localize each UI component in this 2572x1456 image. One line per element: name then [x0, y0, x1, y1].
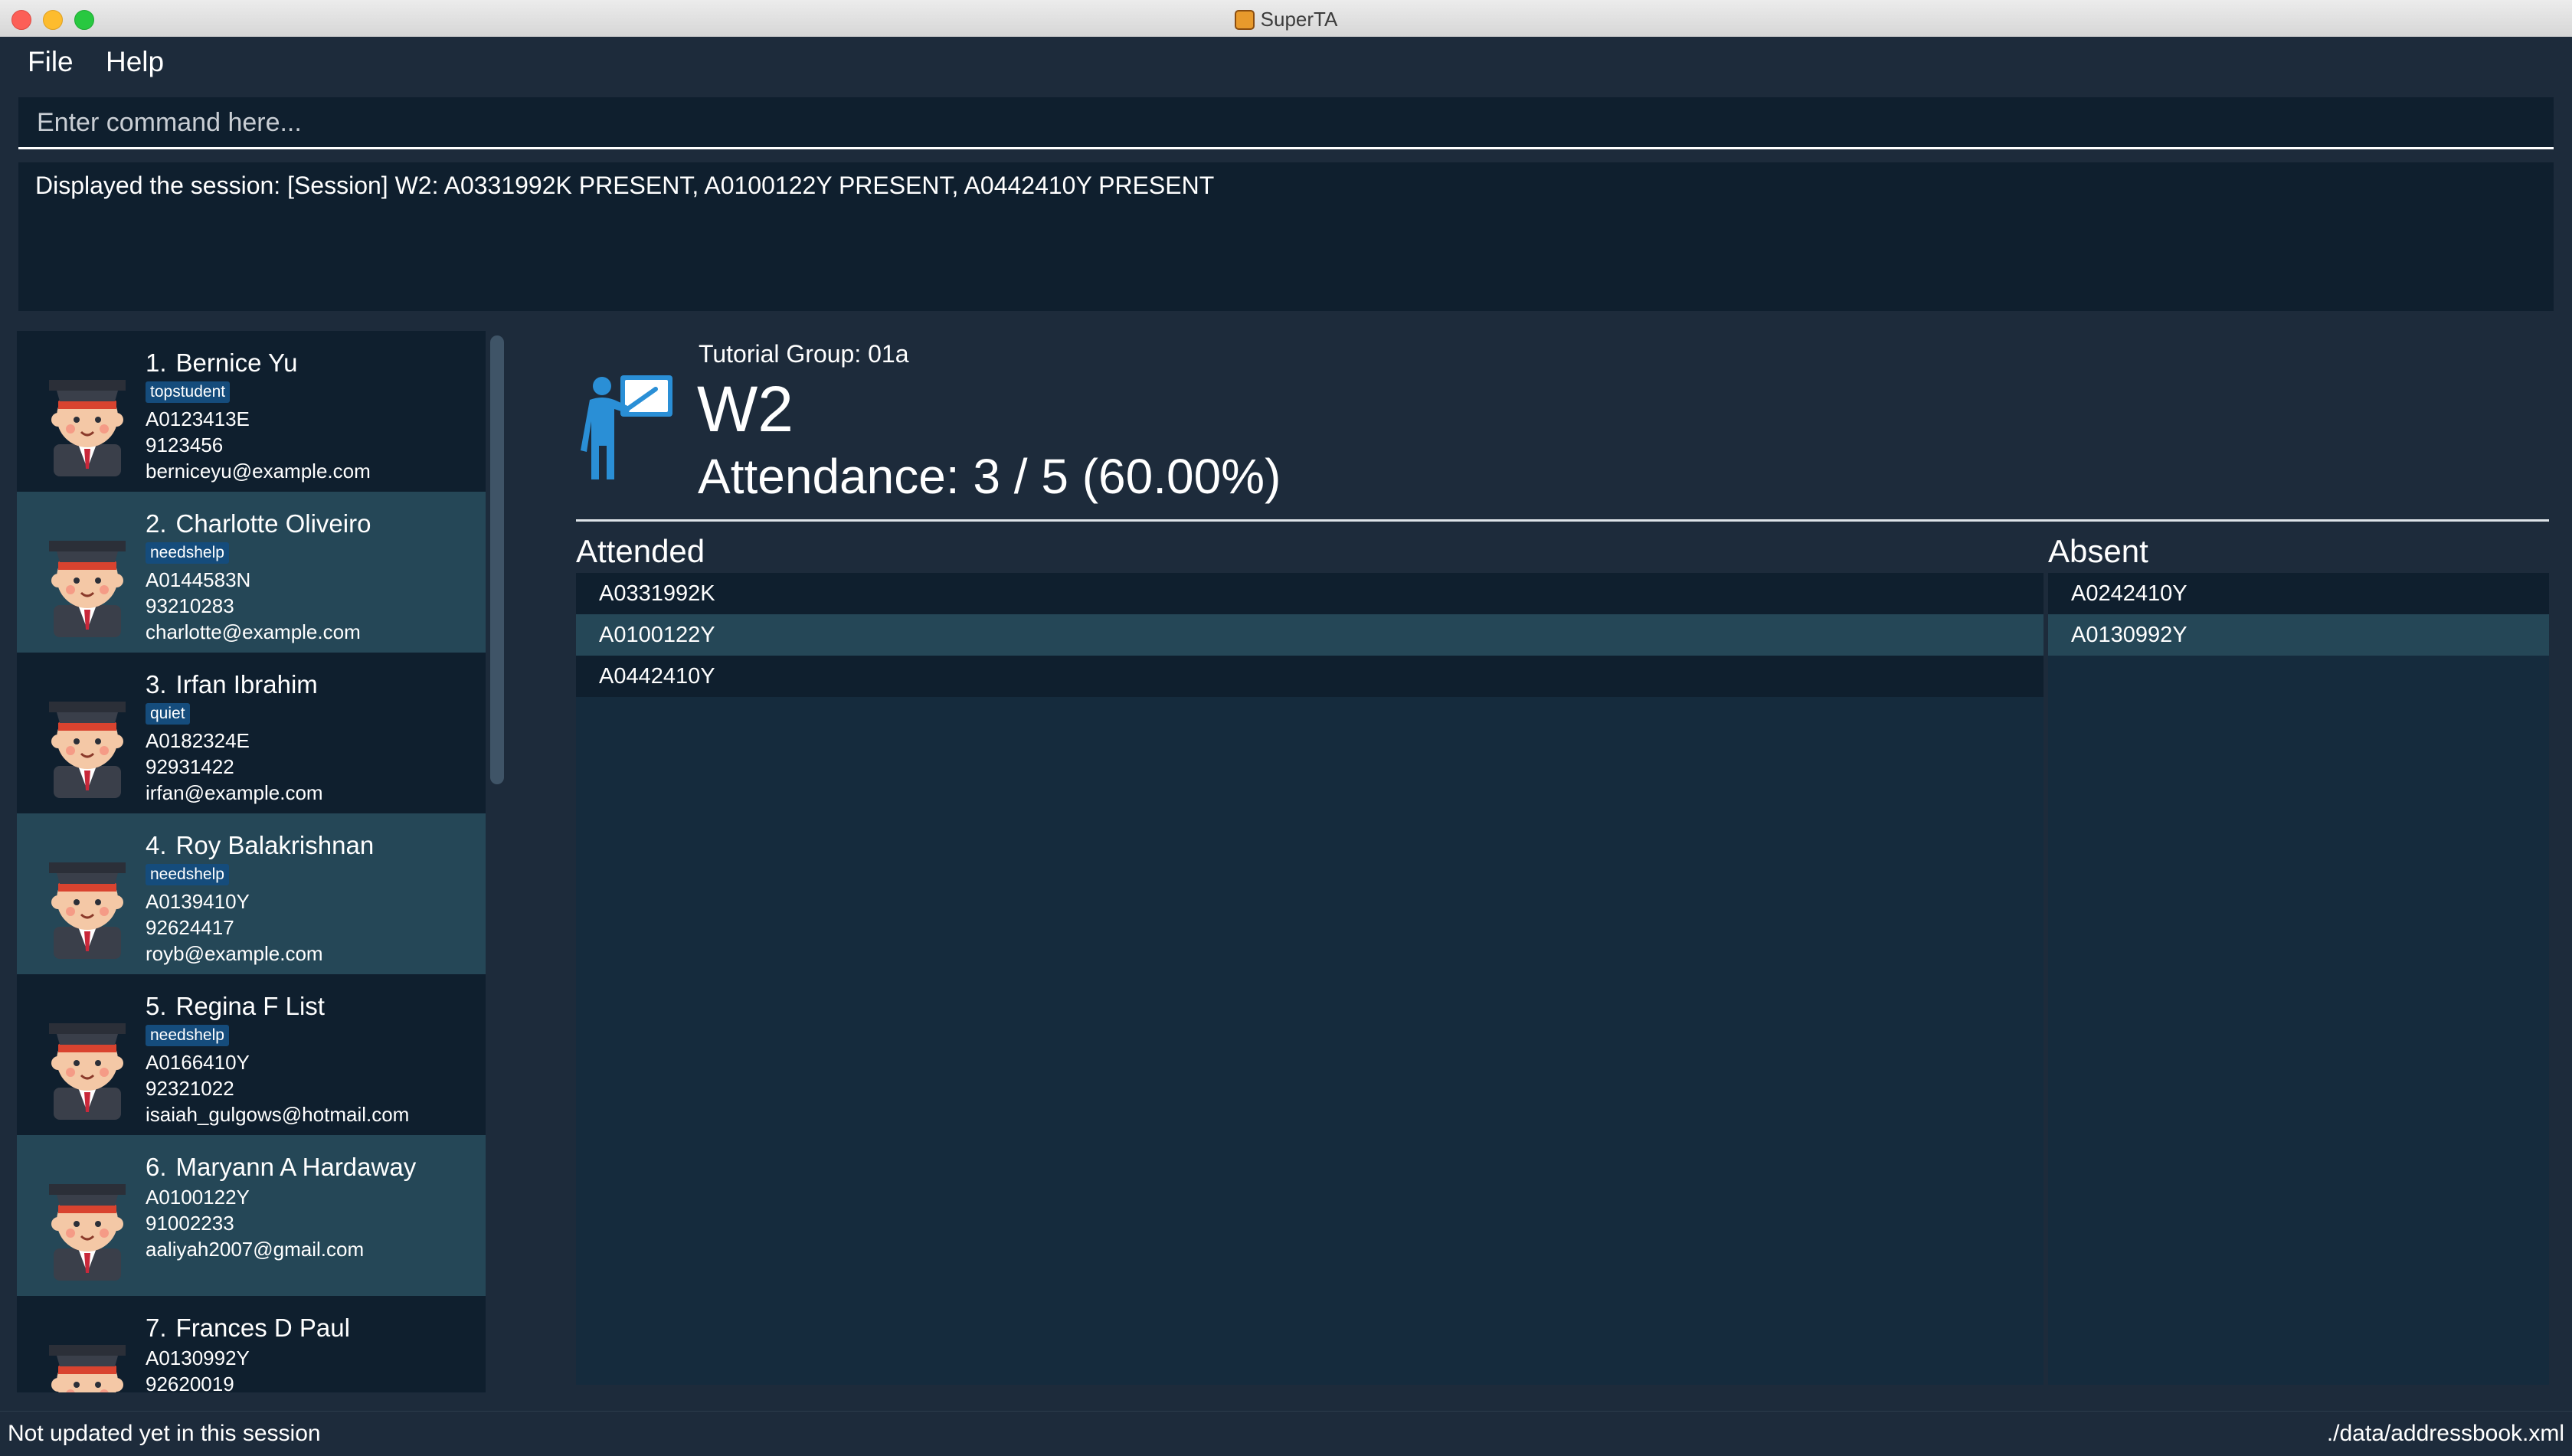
attended-student-row[interactable]: A0442410Y [576, 656, 2044, 697]
student-list[interactable]: 1. Bernice Yu topstudent A0123413E 9123456 be… [17, 331, 486, 1392]
student-avatar-icon [26, 997, 149, 1120]
absent-student-row[interactable]: A0130992Y [2048, 614, 2549, 656]
student-id: A0182324E [146, 729, 250, 752]
session-detail-pane: Tutorial Group: 01a W2 Attendance: 3 / 5… [536, 331, 2572, 1392]
student-phone: 92620019 [146, 1373, 234, 1392]
student-email: royb@example.com [146, 942, 323, 965]
student-avatar-icon [26, 354, 149, 476]
student-name: 1. Bernice Yu [146, 346, 371, 380]
command-input[interactable]: Enter command here... [18, 97, 2554, 149]
student-name-text: Maryann A Hardaway [175, 1153, 417, 1181]
student-index: 4. [146, 831, 167, 859]
result-text: Displayed the session: [Session] W2: A03… [35, 172, 1215, 199]
window-title: SuperTA [0, 0, 2572, 37]
student-name-text: Frances D Paul [175, 1314, 350, 1342]
absent-heading: Absent [2048, 533, 2148, 569]
student-email: charlotte@example.com [146, 620, 361, 643]
attended-student-row[interactable]: A0331992K [576, 573, 2044, 614]
attended-student-row[interactable]: A0100122Y [576, 614, 2044, 656]
student-avatar-icon [26, 1319, 149, 1392]
absent-list[interactable]: A0242410Y A0130992Y [2048, 573, 2549, 1385]
window-title-text: SuperTA [1260, 8, 1338, 31]
student-name: 2. Charlotte Oliveiro [146, 507, 371, 541]
student-tag: needshelp [146, 1025, 229, 1046]
student-email: isaiah_gulgows@hotmail.com [146, 1103, 410, 1126]
student-index: 1. [146, 348, 167, 377]
app-icon [1234, 10, 1255, 30]
student-name: 3. Irfan Ibrahim [146, 668, 323, 702]
student-id: A0139410Y [146, 890, 250, 913]
menu-help[interactable]: Help [106, 44, 164, 80]
teacher-icon [581, 375, 672, 479]
student-card[interactable]: 2. Charlotte Oliveiro needshelp A0144583N 93… [17, 492, 486, 653]
student-email: aaliyah2007@gmail.com [146, 1238, 365, 1261]
menu-file[interactable]: File [28, 44, 74, 80]
student-index: 6. [146, 1153, 167, 1181]
save-location: ./data/addressbook.xml [2326, 1421, 2564, 1446]
student-avatar-icon [26, 676, 149, 798]
student-name-text: Roy Balakrishnan [175, 831, 375, 859]
student-tag: quiet [146, 703, 190, 725]
student-index: 7. [146, 1314, 167, 1342]
student-id: A0144583N [146, 568, 251, 591]
student-index: 2. [146, 509, 167, 538]
student-name-text: Regina F List [175, 992, 325, 1020]
student-name-text: Irfan Ibrahim [175, 670, 318, 699]
student-id: A0123413E [146, 407, 250, 430]
student-id: A0100122Y [146, 1186, 250, 1209]
student-phone: 92931422 [146, 755, 234, 778]
student-name: 7. Frances D Paul [146, 1311, 350, 1345]
student-card[interactable]: 5. Regina F List needshelp A0166410Y 9232102… [17, 974, 486, 1135]
student-name: 5. Regina F List [146, 990, 409, 1023]
student-tag: needshelp [146, 542, 229, 564]
student-card[interactable]: 1. Bernice Yu topstudent A0123413E 9123456 be… [17, 331, 486, 492]
student-name-text: Charlotte Oliveiro [175, 509, 371, 538]
absent-student-row[interactable]: A0242410Y [2048, 573, 2549, 614]
student-card-details: 7. Frances D Paul A0130992Y 92620019 [146, 1311, 350, 1392]
student-card[interactable]: 7. Frances D Paul A0130992Y 92620019 [17, 1296, 486, 1392]
student-card-details: 4. Roy Balakrishnan needshelp A0139410Y 9262… [146, 829, 374, 967]
session-name: W2 [697, 373, 794, 445]
student-card-details: 3. Irfan Ibrahim quiet A0182324E 92931422 irf… [146, 668, 323, 806]
student-list-scrollbar[interactable] [490, 335, 504, 784]
student-phone: 9123456 [146, 434, 224, 456]
student-avatar-icon [26, 1158, 149, 1281]
student-phone: 93210283 [146, 594, 234, 617]
student-card-details: 5. Regina F List needshelp A0166410Y 9232102… [146, 990, 409, 1127]
student-card-details: 2. Charlotte Oliveiro needshelp A0144583N 93… [146, 507, 371, 645]
student-card[interactable]: 3. Irfan Ibrahim quiet A0182324E 92931422 irf… [17, 653, 486, 813]
result-display: Displayed the session: [Session] W2: A03… [18, 162, 2554, 311]
attended-heading: Attended [576, 533, 705, 569]
student-index: 3. [146, 670, 167, 699]
student-index: 5. [146, 992, 167, 1020]
window-titlebar: SuperTA [0, 0, 2572, 38]
student-name: 4. Roy Balakrishnan [146, 829, 374, 862]
status-bar: Not updated yet in this session ./data/a… [0, 1411, 2572, 1454]
student-phone: 92624417 [146, 916, 234, 939]
student-card-details: 1. Bernice Yu topstudent A0123413E 9123456 be… [146, 346, 371, 484]
student-avatar-icon [26, 515, 149, 637]
student-tag: topstudent [146, 381, 231, 403]
menu-bar: File Help [0, 37, 2572, 87]
student-card-details: 6. Maryann A Hardaway A0100122Y 91002233 aal… [146, 1150, 416, 1262]
sync-status: Not updated yet in this session [8, 1421, 321, 1446]
student-card[interactable]: 6. Maryann A Hardaway A0100122Y 91002233 aal… [17, 1135, 486, 1296]
attendance-summary: Attendance: 3 / 5 (60.00%) [698, 449, 1281, 504]
student-tag: needshelp [146, 864, 229, 885]
student-card[interactable]: 4. Roy Balakrishnan needshelp A0139410Y 9262… [17, 813, 486, 974]
student-id: A0130992Y [146, 1346, 250, 1369]
student-id: A0166410Y [146, 1051, 250, 1074]
student-phone: 92321022 [146, 1077, 234, 1100]
student-name-text: Bernice Yu [175, 348, 298, 377]
student-email: irfan@example.com [146, 781, 323, 804]
header-divider [576, 519, 2549, 522]
attended-list[interactable]: A0331992K A0100122Y A0442410Y [576, 573, 2044, 1385]
student-phone: 91002233 [146, 1212, 234, 1235]
student-email: berniceyu@example.com [146, 460, 371, 483]
student-avatar-icon [26, 836, 149, 959]
student-name: 6. Maryann A Hardaway [146, 1150, 416, 1184]
tutorial-group-label: Tutorial Group: 01a [699, 340, 909, 368]
